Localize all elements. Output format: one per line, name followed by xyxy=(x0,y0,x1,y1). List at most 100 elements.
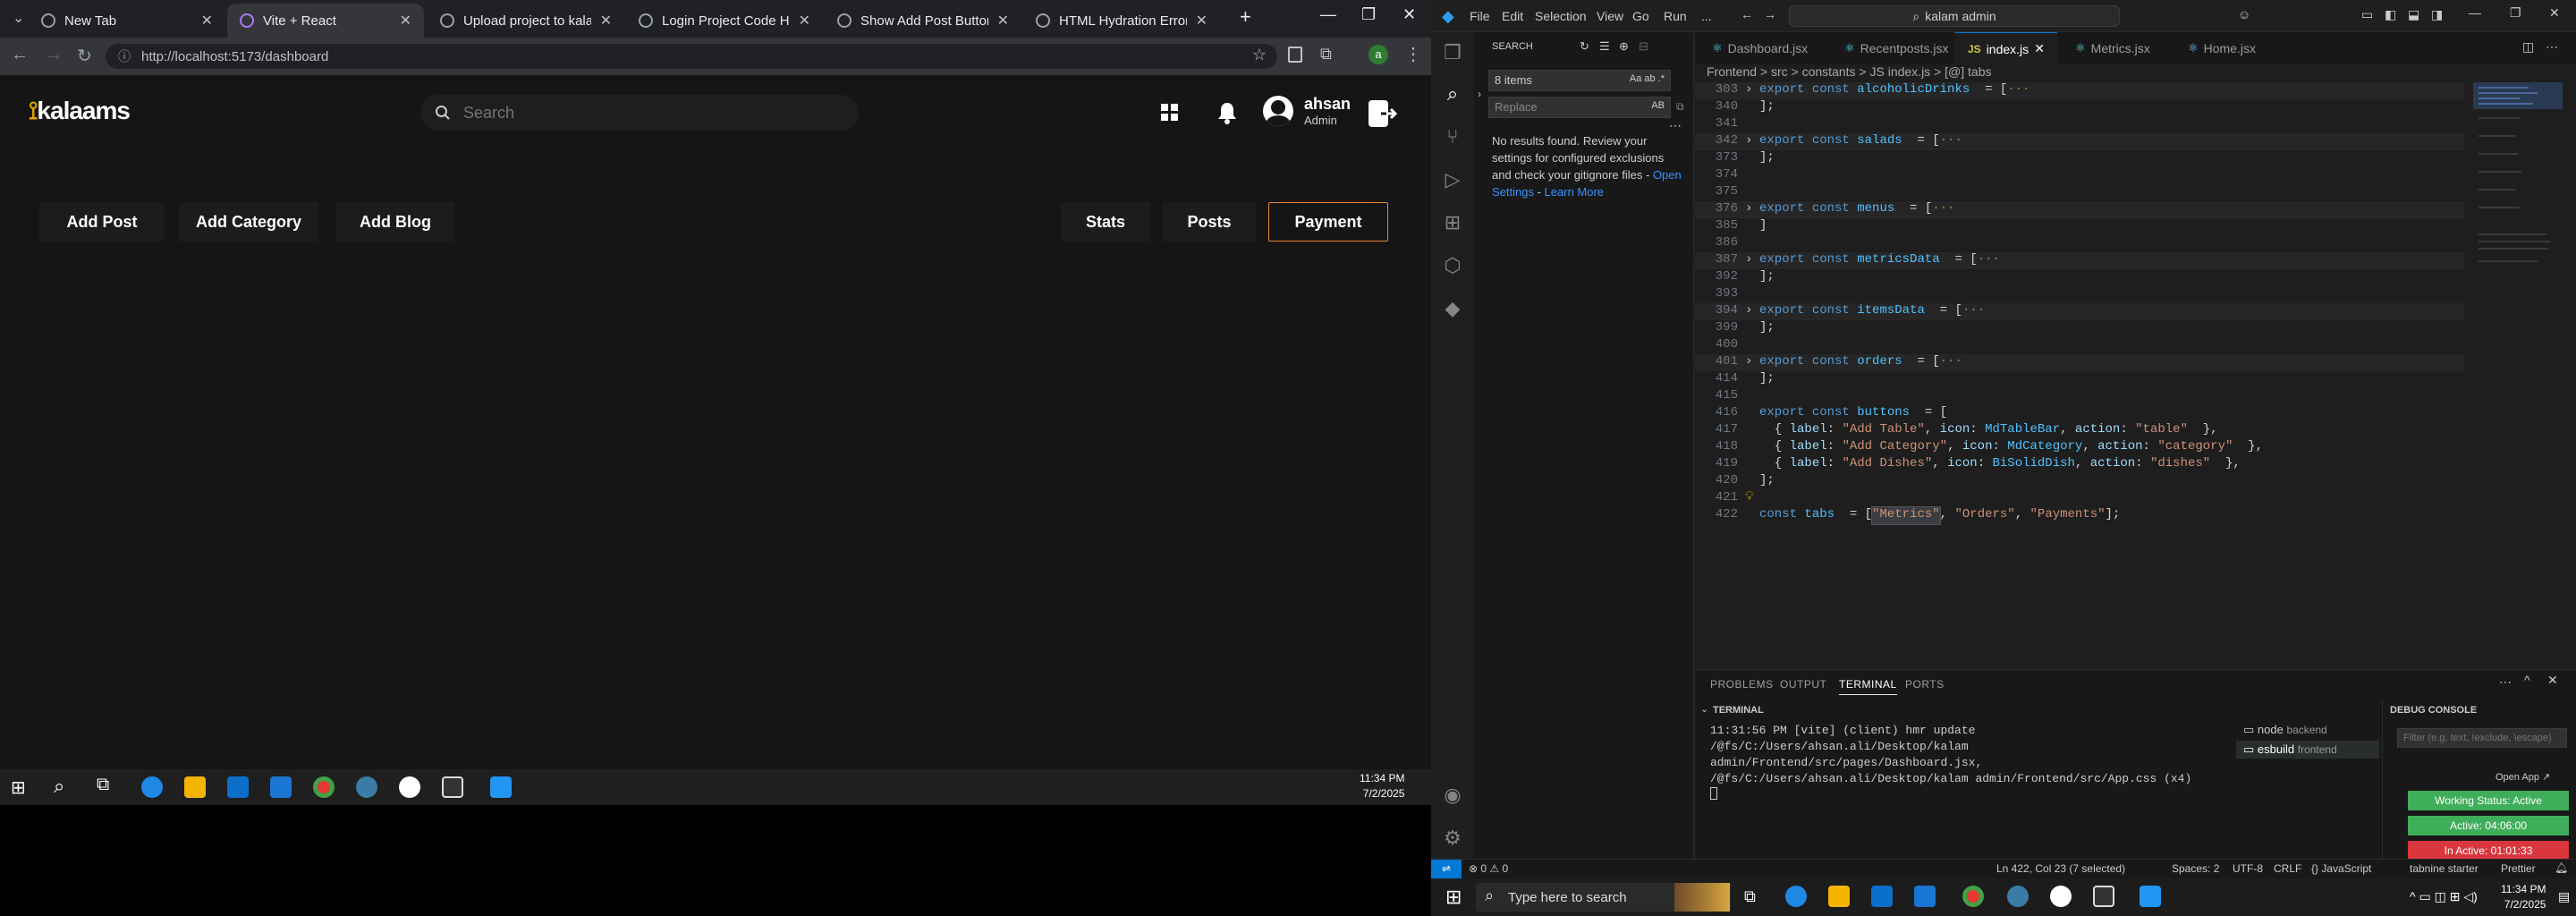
terminal-instance[interactable]: ▭ node backend xyxy=(2236,721,2379,739)
nav-back-icon[interactable]: ← xyxy=(1741,7,1753,21)
code-line[interactable]: 394 › export const itemsData = [··· xyxy=(1695,303,2464,320)
code-line[interactable]: 375 xyxy=(1695,184,2464,201)
copilot-icon[interactable]: ☺ xyxy=(2238,7,2250,21)
system-tray-icons[interactable]: ^ ▭ ◫ ⊞ ◁) xyxy=(2410,889,2478,904)
cursor-position[interactable]: Ln 422, Col 23 (7 selected) xyxy=(1996,862,2125,875)
prettier-status[interactable]: Prettier xyxy=(2501,862,2536,875)
browser-tab[interactable]: Upload project to kalams.org✕ xyxy=(428,4,624,38)
tab-problems[interactable]: PROBLEMS xyxy=(1710,678,1774,691)
menu-edit[interactable]: Edit xyxy=(1502,9,1523,23)
windows-start-icon[interactable]: ⊞ xyxy=(1445,886,1462,909)
store-icon[interactable] xyxy=(227,776,249,798)
task-view-icon[interactable]: ⧉ xyxy=(1744,887,1756,906)
collapse-all-icon[interactable]: ⊟ xyxy=(1639,39,1648,54)
code-line[interactable]: 420]; xyxy=(1695,473,2464,490)
close-panel-icon[interactable]: ✕ xyxy=(2547,673,2558,688)
code-line[interactable]: 393 xyxy=(1695,286,2464,303)
restore-icon[interactable]: ❐ xyxy=(2510,5,2521,21)
tab-payment[interactable]: Payment xyxy=(1268,202,1388,242)
run-debug-icon[interactable]: ▷ xyxy=(1442,168,1463,191)
code-line[interactable]: 342 › export const salads = [··· xyxy=(1695,133,2464,150)
tab-stats[interactable]: Stats xyxy=(1061,202,1150,242)
close-tab-icon[interactable]: ✕ xyxy=(1196,12,1208,30)
problems-count[interactable]: ⊗ 0 ⚠ 0 xyxy=(1469,862,1508,875)
code-line[interactable]: 421 💡︎ xyxy=(1695,490,2464,507)
fold-chevron-icon[interactable]: › xyxy=(1745,354,1759,371)
code-line[interactable]: 386 xyxy=(1695,235,2464,252)
close-tab-icon[interactable]: ✕ xyxy=(2034,41,2045,56)
code-line[interactable]: 341 xyxy=(1695,116,2464,133)
minimap[interactable] xyxy=(2466,82,2564,377)
forward-icon[interactable]: → xyxy=(45,45,63,65)
command-center[interactable]: ⌕ kalam admin xyxy=(1789,5,2120,27)
bookmark-star-icon[interactable]: ☆ xyxy=(1252,46,1267,64)
terminal-icon[interactable] xyxy=(2093,886,2114,907)
code-line[interactable]: 340]; xyxy=(1695,99,2464,116)
editor-tab-active[interactable]: JS index.js ✕ xyxy=(1955,32,2057,64)
taskbar-search-box[interactable]: ⌕ Type here to search xyxy=(1476,883,1731,912)
editor-tab[interactable]: ⚛ Recentposts.jsx xyxy=(1832,32,1961,64)
close-window-icon[interactable]: ✕ xyxy=(1402,5,1416,24)
restore-icon[interactable]: ❐ xyxy=(1361,5,1376,24)
profile-avatar-icon[interactable]: a xyxy=(1368,45,1388,64)
vscode-taskbar-icon[interactable] xyxy=(2140,886,2161,907)
fold-chevron-icon[interactable]: › xyxy=(1745,82,1759,99)
reload-icon[interactable]: ↻ xyxy=(77,45,92,67)
code-line[interactable]: 416 export const buttons = [ xyxy=(1695,405,2464,422)
debug-filter-input[interactable] xyxy=(2397,728,2567,748)
close-tab-icon[interactable]: ✕ xyxy=(997,12,1009,30)
menu-selection[interactable]: Selection xyxy=(1535,9,1587,23)
chrome-icon[interactable] xyxy=(313,776,335,798)
editor-more-icon[interactable]: ⋯ xyxy=(2546,39,2558,55)
browser-tab[interactable]: New Tab ✕ xyxy=(29,4,225,38)
windows-start-icon[interactable]: ⊞ xyxy=(11,776,26,799)
search-query-input[interactable]: 8 items Aa ab .* xyxy=(1488,70,1671,91)
menu-run[interactable]: Run xyxy=(1664,9,1687,23)
code-line[interactable]: 422 const tabs = ["Metrics", "Orders", "P… xyxy=(1695,506,2464,525)
tab-search-icon[interactable]: ⌄ xyxy=(13,9,24,27)
taskbar-clock[interactable]: 11:34 PM 7/2/2025 xyxy=(2501,882,2546,912)
explorer-icon[interactable]: ❐ xyxy=(1442,41,1463,64)
menu-file[interactable]: File xyxy=(1470,9,1490,23)
fold-chevron-icon[interactable]: › xyxy=(1745,133,1759,150)
search-bar[interactable] xyxy=(420,95,859,131)
tab-ports[interactable]: PORTS xyxy=(1905,678,1945,691)
line-ending[interactable]: CRLF xyxy=(2274,862,2301,875)
code-line[interactable]: 303 › export const alcoholicDrinks = [··· xyxy=(1695,82,2464,99)
code-line[interactable]: 385] xyxy=(1695,218,2464,235)
mail-icon[interactable] xyxy=(1914,886,1936,907)
extensions-icon[interactable]: ⧉ xyxy=(1320,45,1332,64)
tabnine-icon[interactable]: ◆ xyxy=(1442,297,1463,319)
kalaams-logo[interactable]: ⟟kalaams xyxy=(29,97,131,126)
code-line[interactable]: 392]; xyxy=(1695,269,2464,286)
browser-tab-active[interactable]: Vite + React ✕ xyxy=(227,4,424,38)
clear-results-icon[interactable]: ☰ xyxy=(1599,39,1610,54)
add-blog-button[interactable]: Add Blog xyxy=(336,202,454,242)
preserve-case-icon[interactable]: AB xyxy=(1651,100,1665,111)
bell-icon[interactable] xyxy=(1216,101,1238,124)
edge-icon[interactable] xyxy=(141,776,163,798)
tab-terminal[interactable]: TERMINAL xyxy=(1839,678,1897,695)
close-tab-icon[interactable]: ✕ xyxy=(201,12,213,30)
task-view-icon[interactable]: ⧉ xyxy=(97,775,109,795)
terminal-icon[interactable] xyxy=(442,776,463,798)
vscode-taskbar-icon[interactable] xyxy=(490,776,512,798)
code-line[interactable]: 419 { label: "Add Dishes", icon: BiSolid… xyxy=(1695,456,2464,473)
taskbar-app-icon[interactable] xyxy=(2050,886,2072,907)
code-line[interactable]: 374 xyxy=(1695,167,2464,184)
language-mode[interactable]: {} JavaScript xyxy=(2311,862,2371,875)
nav-forward-icon[interactable]: → xyxy=(1764,7,1776,21)
browser-tab[interactable]: Login Project Code Help✕ xyxy=(626,4,823,38)
address-bar[interactable]: ⓘ http://localhost:5173/dashboard ☆ xyxy=(106,44,1277,69)
settings-gear-icon[interactable]: ⚙ xyxy=(1442,827,1463,849)
new-tab-icon[interactable]: + xyxy=(1240,5,1251,29)
code-line[interactable]: 418 { label: "Add Category", icon: MdCat… xyxy=(1695,439,2464,456)
tabnine-status[interactable]: tabnine starter xyxy=(2410,862,2479,875)
toggle-sidebar-icon[interactable]: ◧ xyxy=(2385,7,2396,22)
editor-tab[interactable]: ⚛ Home.jsx xyxy=(2175,32,2268,64)
close-tab-icon[interactable]: ✕ xyxy=(600,12,612,30)
code-line[interactable]: 399]; xyxy=(1695,320,2464,337)
add-category-button[interactable]: Add Category xyxy=(179,202,318,242)
taskbar-app-icon[interactable] xyxy=(399,776,420,798)
remote-indicator-icon[interactable]: ⇌ xyxy=(1431,860,1462,878)
